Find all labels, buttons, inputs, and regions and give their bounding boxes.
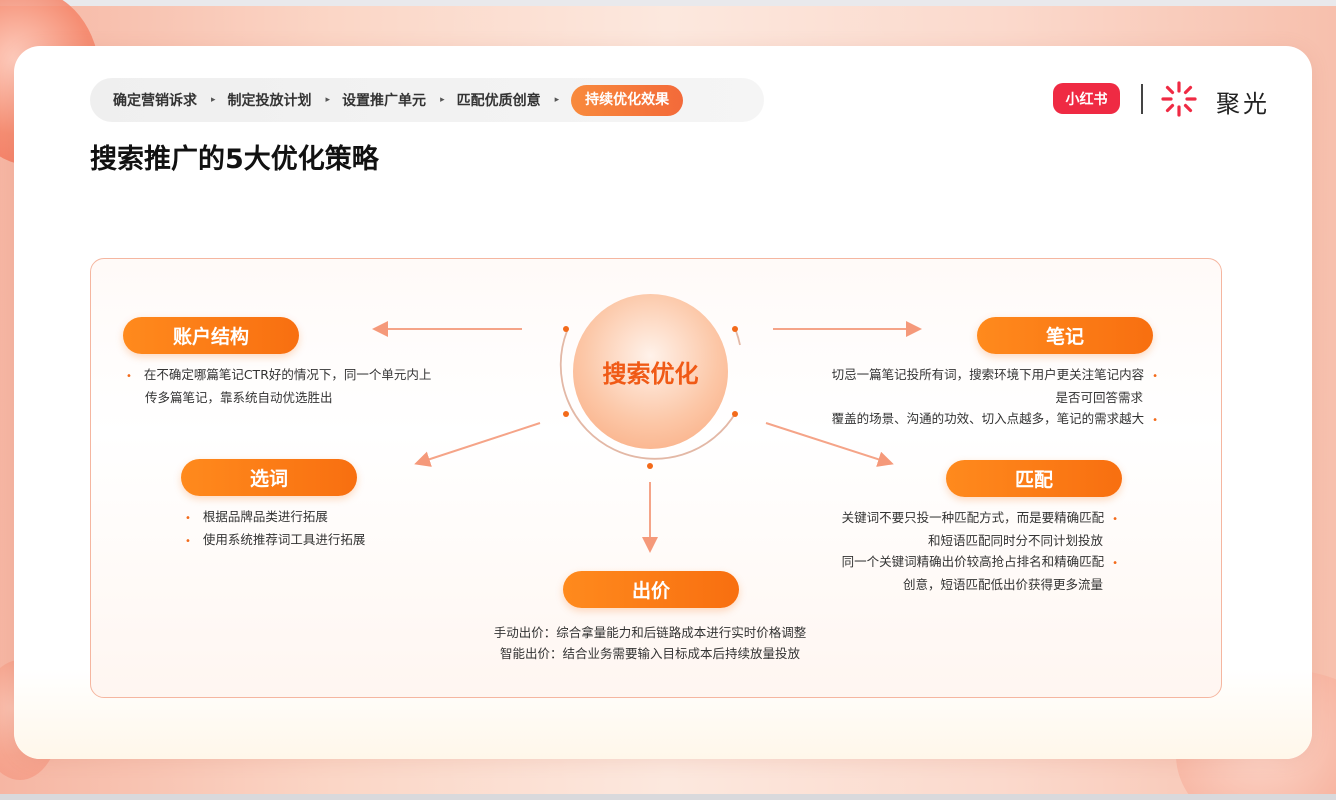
bid-line-2: 智能出价：结合业务需要输入目标成本后持续放量投放 xyxy=(499,646,800,661)
match-line-2: 和短语匹配同时分不同计划投放 xyxy=(927,533,1103,548)
keyword-line-2: 使用系统推荐词工具进行拓展 xyxy=(202,532,366,547)
match-line-4: 创意，短语匹配低出价获得更多流量 xyxy=(902,577,1103,592)
breadcrumb-step-1[interactable]: 确定营销诉求 xyxy=(113,90,197,110)
bid-pill: 出价 xyxy=(563,571,739,608)
top-strip xyxy=(0,0,1336,6)
breadcrumb-step-4[interactable]: 匹配优质创意 xyxy=(457,90,541,110)
match-line-3: 同一个关键词精确出价较高抢占排名和精确匹配 xyxy=(841,554,1105,569)
keyword-pill: 选词 xyxy=(181,459,357,496)
breadcrumb-separator-icon: ▸ xyxy=(554,95,560,105)
keyword-line-1: 根据品牌品类进行拓展 xyxy=(202,509,328,524)
bullet-icon: • xyxy=(185,513,191,524)
bullet-icon: • xyxy=(185,536,191,547)
bid-line-1: 手动出价：综合拿量能力和后链路成本进行实时价格调整 xyxy=(493,625,807,640)
breadcrumb: 确定营销诉求 ▸ 制定投放计划 ▸ 设置推广单元 ▸ 匹配优质创意 ▸ 持续优化… xyxy=(90,78,764,122)
bullet-icon: • xyxy=(1112,514,1118,525)
breadcrumb-separator-icon: ▸ xyxy=(211,95,216,105)
bottom-strip xyxy=(0,794,1336,800)
logo-divider xyxy=(1141,84,1143,114)
breadcrumb-step-active[interactable]: 持续优化效果 xyxy=(571,84,684,116)
juguang-logo-text: 聚光 xyxy=(1216,90,1270,118)
keyword-desc: • 根据品牌品类进行拓展 • 使用系统推荐词工具进行拓展 xyxy=(185,506,365,552)
page-title: 搜索推广的5大优化策略 xyxy=(90,144,379,175)
match-desc: 关键词不要只投一种匹配方式，而是要精确匹配 • 和短语匹配同时分不同计划投放 同… xyxy=(790,507,1118,595)
note-line-3: 覆盖的场景、沟通的功效、切入点越多，笔记的需求越大 xyxy=(831,411,1145,426)
account-structure-pill: 账户结构 xyxy=(123,317,299,354)
note-line-1: 切忌一篇笔记投所有词，搜索环境下用户更关注笔记内容 xyxy=(831,367,1145,382)
bullet-icon: • xyxy=(1112,558,1118,569)
bullet-icon: • xyxy=(126,371,132,382)
match-pill: 匹配 xyxy=(946,460,1122,497)
account-structure-desc: • 在不确定哪篇笔记CTR好的情况下，同一个单元内上 传多篇笔记，靠系统自动优选… xyxy=(126,364,431,408)
spark-icon xyxy=(1161,81,1197,117)
note-line-2: 是否可回答需求 xyxy=(1055,390,1143,405)
bullet-icon: • xyxy=(1152,415,1158,426)
note-pill: 笔记 xyxy=(977,317,1153,354)
match-line-1: 关键词不要只投一种匹配方式，而是要精确匹配 xyxy=(841,510,1105,525)
bid-desc: 手动出价：综合拿量能力和后链路成本进行实时价格调整 智能出价：结合业务需要输入目… xyxy=(440,622,860,664)
account-line-2: 传多篇笔记，靠系统自动优选胜出 xyxy=(145,390,333,405)
breadcrumb-separator-icon: ▸ xyxy=(325,95,331,105)
bullet-icon: • xyxy=(1152,371,1158,382)
breadcrumb-step-2[interactable]: 制定投放计划 xyxy=(228,90,312,110)
xiaohongshu-logo: 小红书 xyxy=(1053,83,1120,114)
breadcrumb-step-3[interactable]: 设置推广单元 xyxy=(342,90,426,110)
note-desc: 切忌一篇笔记投所有词，搜索环境下用户更关注笔记内容 • 是否可回答需求 覆盖的场… xyxy=(790,364,1158,431)
account-line-1: 在不确定哪篇笔记CTR好的情况下，同一个单元内上 xyxy=(143,367,432,382)
breadcrumb-separator-icon: ▸ xyxy=(440,95,445,105)
center-search-optimization: 搜索优化 xyxy=(573,294,728,449)
